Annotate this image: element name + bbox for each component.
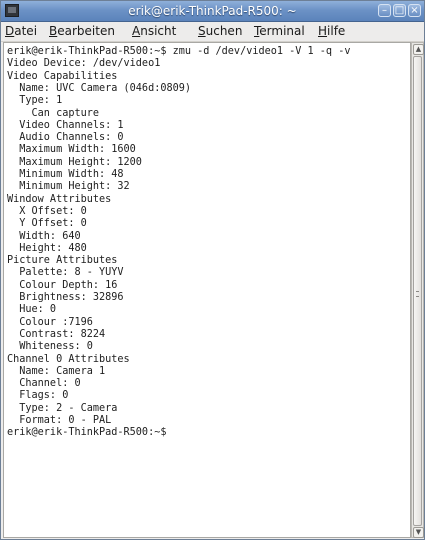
menu-bearbeiten[interactable]: Bearbeiten (49, 24, 115, 39)
terminal-line: Name: Camera 1 (7, 365, 106, 377)
terminal-line: Name: UVC Camera (046d:0809) (7, 82, 192, 94)
terminal-line: Type: 2 - Camera (7, 402, 118, 414)
menu-suchen[interactable]: Suchen (198, 24, 242, 39)
terminal-line: Format: 0 - PAL (7, 415, 112, 426)
terminal-line: erik@erik-ThinkPad-R500:~$ (7, 427, 167, 439)
menu-datei[interactable]: Datei (5, 24, 37, 39)
menu-terminal[interactable]: Terminal (254, 24, 305, 39)
terminal-line: Minimum Width: 48 (7, 169, 124, 180)
terminal-line: X Offset: 0 (7, 205, 87, 217)
terminal-line: Whiteness: 0 (7, 341, 93, 353)
minimize-icon[interactable]: – (378, 4, 391, 17)
terminal-line: Channel 0 Attributes (7, 353, 130, 365)
terminal-line: erik@erik-ThinkPad-R500:~$ zmu -d /dev/v… (7, 46, 351, 57)
terminal-line: Width: 640 (7, 230, 81, 242)
terminal-line: Y Offset: 0 (7, 218, 87, 230)
scrollbar-grip (416, 291, 419, 297)
terminal-line: Picture Attributes (7, 255, 118, 267)
terminal-line: Brightness: 32896 (7, 292, 124, 303)
terminal-line: Contrast: 8224 (7, 328, 106, 340)
close-icon[interactable]: × (408, 4, 421, 17)
vertical-scrollbar[interactable]: ▲ ▼ (411, 42, 424, 538)
menu-hilfe[interactable]: Hilfe (318, 24, 345, 39)
arrow-up-icon[interactable]: ▲ (413, 44, 424, 55)
menu-ansicht[interactable]: Ansicht (132, 24, 176, 39)
terminal-line: Video Channels: 1 (7, 119, 124, 131)
terminal-line: Maximum Width: 1600 (7, 144, 136, 156)
scrollbar-thumb[interactable] (413, 56, 422, 526)
terminal-line: Type: 1 (7, 95, 63, 107)
terminal-line: Minimum Height: 32 (7, 181, 130, 193)
terminal-line: Colour Depth: 16 (7, 279, 118, 291)
terminal-output[interactable]: erik@erik-ThinkPad-R500:~$ zmu -d /dev/v… (3, 42, 411, 538)
terminal-line: Video Capabilities (7, 70, 118, 82)
window-title: erik@erik-ThinkPad-R500: ~ (128, 4, 297, 18)
terminal-window: erik@erik-ThinkPad-R500: ~ – □ × Datei B… (0, 0, 425, 540)
terminal-line: Flags: 0 (7, 390, 69, 402)
title-bar[interactable]: erik@erik-ThinkPad-R500: ~ – □ × (1, 1, 424, 22)
terminal-line: Colour :7196 (7, 316, 93, 328)
terminal-line: Can capture (7, 107, 100, 119)
terminal-line: Audio Channels: 0 (7, 132, 124, 144)
terminal-line: Maximum Height: 1200 (7, 156, 142, 168)
menu-bar: Datei Bearbeiten Ansicht Suchen Terminal… (1, 22, 424, 42)
terminal-line: Height: 480 (7, 242, 87, 254)
terminal-line: Window Attributes (7, 193, 112, 205)
maximize-icon[interactable]: □ (393, 4, 406, 17)
terminal-line: Video Device: /dev/video1 (7, 58, 161, 70)
terminal-line: Hue: 0 (7, 304, 57, 316)
terminal-line: Channel: 0 (7, 378, 81, 390)
terminal-line: Palette: 8 - YUYV (7, 267, 124, 279)
arrow-down-icon[interactable]: ▼ (413, 527, 424, 538)
